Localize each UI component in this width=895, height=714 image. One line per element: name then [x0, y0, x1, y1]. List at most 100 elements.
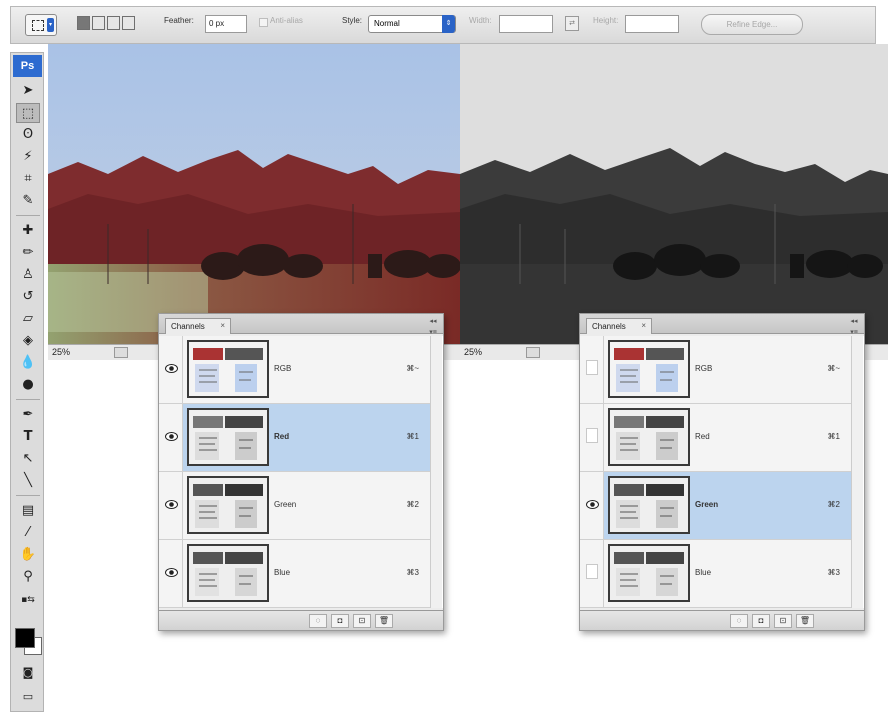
slice-tool-icon[interactable]: ✎ — [16, 191, 40, 211]
height-label: Height: — [593, 16, 619, 25]
type-tool-icon[interactable]: T — [16, 427, 40, 447]
move-tool-icon[interactable]: ➤ — [16, 81, 40, 101]
clone-stamp-tool-icon[interactable]: ♙ — [16, 265, 40, 285]
panel-menu-icon[interactable]: ▾≡ — [848, 328, 860, 336]
tool-preset-picker[interactable]: ▾ — [25, 14, 57, 36]
channel-thumbnail — [187, 476, 269, 534]
channel-row-green[interactable]: Green ⌘2 — [159, 472, 431, 540]
tab-channels[interactable]: Channels × — [165, 318, 231, 334]
visibility-toggle[interactable] — [159, 404, 183, 471]
eye-icon — [165, 500, 178, 509]
collapse-icon[interactable]: ◂◂ — [427, 317, 439, 327]
new-channel-icon[interactable]: ⊡ — [774, 614, 792, 628]
channel-thumbnail — [608, 408, 690, 466]
style-select[interactable]: Normal ⇕ — [368, 15, 456, 33]
panel-tab-bar: Channels × ◂◂ ▾≡ — [159, 314, 443, 336]
healing-brush-tool-icon[interactable]: ✚ — [16, 221, 40, 241]
notes-tool-icon[interactable]: ▤ — [16, 501, 40, 521]
height-input[interactable] — [625, 15, 679, 33]
channel-row-red[interactable]: Red ⌘1 — [159, 404, 431, 472]
magic-wand-tool-icon[interactable]: ⚡ — [16, 147, 40, 167]
channel-name: Green — [695, 500, 719, 509]
toolbox-divider — [16, 215, 40, 216]
feather-input[interactable]: 0 px — [205, 15, 247, 33]
path-selection-tool-icon[interactable]: ↖ — [16, 449, 40, 469]
subtract-from-selection-button[interactable] — [107, 16, 120, 30]
select-arrows-icon: ⇕ — [442, 15, 455, 33]
intersect-selection-button[interactable] — [122, 16, 135, 30]
channels-list: RGB ⌘~ Red ⌘1 Green ⌘2 Blue ⌘3 — [580, 336, 864, 608]
visibility-toggle[interactable] — [580, 336, 604, 403]
tab-label: Channels — [592, 322, 626, 331]
channel-row-blue[interactable]: Blue ⌘3 — [159, 540, 431, 608]
new-selection-button[interactable] — [77, 16, 90, 30]
visibility-toggle[interactable] — [580, 404, 604, 471]
line-tool-icon[interactable]: ╲ — [16, 471, 40, 491]
eraser-tool-icon[interactable]: ▱ — [16, 309, 40, 329]
panel-menu-icon[interactable]: ▾≡ — [427, 328, 439, 336]
blur-tool-icon[interactable]: 💧 — [16, 353, 40, 373]
tab-label: Channels — [171, 322, 205, 331]
channel-row-green[interactable]: Green ⌘2 — [580, 472, 852, 540]
rectangular-marquee-icon — [32, 20, 44, 31]
channel-thumbnail — [187, 544, 269, 602]
add-to-selection-button[interactable] — [92, 16, 105, 30]
photoshop-window: ▾ Feather: 0 px Anti-alias Style: Normal… — [0, 0, 895, 714]
save-selection-icon[interactable]: ◘ — [331, 614, 349, 628]
panel-scrollbar[interactable] — [430, 336, 442, 608]
channel-name: Green — [274, 500, 297, 509]
load-selection-icon[interactable]: ◌ — [309, 614, 327, 628]
history-brush-tool-icon[interactable]: ↺ — [16, 287, 40, 307]
visibility-toggle[interactable] — [159, 472, 183, 539]
zoom-tool-icon[interactable]: ⚲ — [16, 567, 40, 587]
visibility-toggle[interactable] — [580, 472, 604, 539]
channel-row-rgb[interactable]: RGB ⌘~ — [580, 336, 852, 404]
width-input[interactable] — [499, 15, 553, 33]
channel-row-rgb[interactable]: RGB ⌘~ — [159, 336, 431, 404]
default-colors-icon[interactable]: ▪⇆ — [16, 593, 40, 607]
load-selection-icon[interactable]: ◌ — [730, 614, 748, 628]
channel-thumbnail — [608, 544, 690, 602]
pen-tool-icon[interactable]: ✒ — [16, 405, 40, 425]
status-menu-button[interactable] — [114, 347, 128, 358]
tab-channels[interactable]: Channels × — [586, 318, 652, 334]
channel-row-red[interactable]: Red ⌘1 — [580, 404, 852, 472]
visibility-toggle[interactable] — [580, 540, 604, 607]
channel-row-blue[interactable]: Blue ⌘3 — [580, 540, 852, 608]
quick-mask-icon[interactable]: ◙ — [16, 663, 40, 683]
close-icon[interactable]: × — [641, 321, 646, 330]
dodge-tool-icon[interactable]: ● — [16, 375, 40, 395]
crop-tool-icon[interactable]: ⌗ — [16, 169, 40, 189]
eyedropper-tool-icon[interactable]: ⁄ — [16, 523, 40, 543]
feather-label: Feather: — [164, 16, 194, 25]
new-channel-icon[interactable]: ⊡ — [353, 614, 371, 628]
toolbox-divider — [16, 495, 40, 496]
hand-tool-icon[interactable]: ✋ — [16, 545, 40, 565]
save-selection-icon[interactable]: ◘ — [752, 614, 770, 628]
refine-edge-button[interactable]: Refine Edge... — [701, 14, 803, 35]
anti-alias-checkbox[interactable] — [259, 18, 268, 27]
collapse-icon[interactable]: ◂◂ — [848, 317, 860, 327]
trash-icon[interactable]: 🗑 — [375, 614, 393, 628]
toolbox: Ps ➤ ⬚ ʘ ⚡ ⌗ ✎ ✚ ✏ ♙ ↺ ▱ ◈ 💧 ● ✒ T ↖ ╲ ▤… — [10, 52, 44, 712]
brush-tool-icon[interactable]: ✏ — [16, 243, 40, 263]
marquee-tool-icon[interactable]: ⬚ — [16, 103, 40, 123]
hidden-eye-box — [586, 428, 598, 443]
paint-bucket-tool-icon[interactable]: ◈ — [16, 331, 40, 351]
foreground-color-swatch[interactable] — [15, 628, 35, 648]
zoom-level[interactable]: 25% — [464, 347, 482, 357]
toolbox-divider — [16, 399, 40, 400]
trash-icon[interactable]: 🗑 — [796, 614, 814, 628]
style-select-value: Normal — [374, 19, 400, 28]
close-icon[interactable]: × — [220, 321, 225, 330]
status-menu-button[interactable] — [526, 347, 540, 358]
channel-shortcut: ⌘2 — [827, 500, 840, 509]
panel-scrollbar[interactable] — [851, 336, 863, 608]
visibility-toggle[interactable] — [159, 336, 183, 403]
swap-dimensions-button[interactable]: ⇄ — [565, 16, 579, 31]
dropdown-arrow-icon: ▾ — [47, 18, 54, 32]
visibility-toggle[interactable] — [159, 540, 183, 607]
zoom-level[interactable]: 25% — [52, 347, 70, 357]
lasso-tool-icon[interactable]: ʘ — [16, 125, 40, 145]
screen-mode-icon[interactable]: ▭ — [16, 687, 40, 707]
